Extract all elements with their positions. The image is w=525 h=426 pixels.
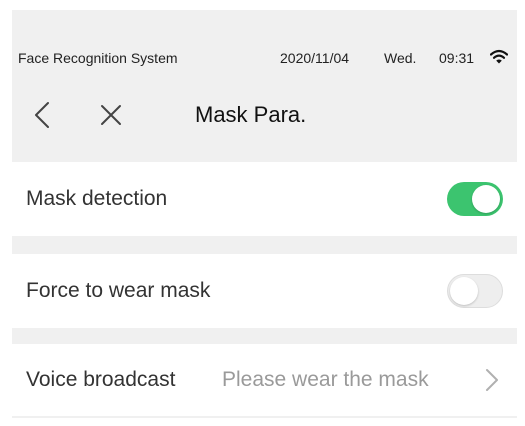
toggle-knob [450,277,478,305]
settings-screen: Face Recognition System 2020/11/04 Wed. … [12,10,517,418]
nav-bar: Mask Para. [12,88,517,144]
setting-label: Mask detection [26,187,168,210]
page-title: Mask Para. [195,102,307,127]
setting-row-voice-broadcast[interactable]: Voice broadcast Please wear the mask [12,344,517,416]
chevron-right-icon[interactable] [484,367,500,393]
status-bar: Face Recognition System 2020/11/04 Wed. … [12,38,517,78]
status-weekday: Wed. [384,50,417,66]
status-time: 09:31 [439,50,475,66]
status-app-name: Face Recognition System [18,50,178,66]
force-mask-toggle[interactable] [447,274,503,308]
chevron-left-icon[interactable] [28,98,56,132]
setting-label: Force to wear mask [26,279,211,302]
status-date: 2020/11/04 [280,50,350,66]
wifi-icon [490,49,508,64]
voice-broadcast-value: Please wear the mask [222,368,429,391]
toggle-knob [472,185,500,213]
mask-detection-toggle[interactable] [447,182,503,216]
setting-row-mask-detection[interactable]: Mask detection [12,162,517,236]
setting-row-force-mask[interactable]: Force to wear mask [12,254,517,328]
close-icon[interactable] [96,100,126,130]
setting-label: Voice broadcast [26,368,176,391]
